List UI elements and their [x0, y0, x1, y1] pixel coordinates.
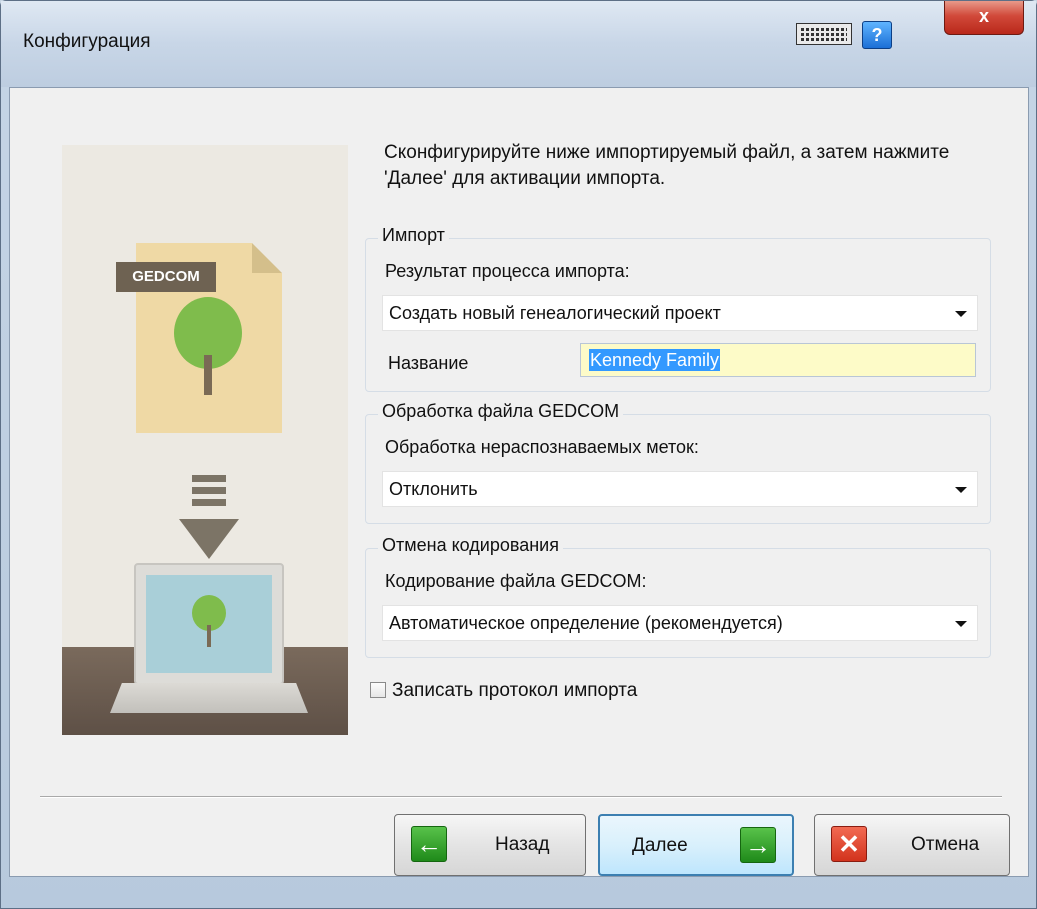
cancel-button-label: Отмена [911, 834, 980, 855]
import-log-option[interactable]: Записать протокол импорта [370, 680, 637, 702]
import-illustration: GEDCOM [62, 145, 348, 735]
window-title: Конфигурация [23, 31, 151, 52]
close-button[interactable]: x [944, 1, 1024, 35]
gedcom-group-title: Обработка файла GEDCOM [378, 401, 624, 422]
keyboard-icon[interactable] [796, 23, 852, 45]
chevron-down-icon [955, 311, 967, 317]
import-group-title: Импорт [378, 225, 449, 246]
import-log-label: Записать протокол импорта [392, 680, 638, 701]
next-button-label: Далее [632, 835, 688, 856]
project-name-value: Kennedy Family [589, 349, 721, 371]
gedcom-processing-group: Обработка файла GEDCOM Обработка нераспо… [365, 401, 991, 524]
chevron-down-icon [955, 487, 967, 493]
chevron-down-icon [955, 621, 967, 627]
project-name-input[interactable]: Kennedy Family [580, 343, 976, 377]
import-result-value: Создать новый генеалогический проект [389, 303, 721, 323]
encoding-group-title: Отмена кодирования [378, 535, 563, 556]
down-arrow-icon [179, 475, 239, 570]
unknown-tags-label: Обработка нераспознаваемых меток: [385, 437, 699, 457]
encoding-select[interactable]: Автоматическое определение (рекомендуетс… [382, 605, 978, 641]
title-bar: Конфигурация ? x [1, 1, 1036, 87]
help-icon[interactable]: ? [862, 21, 892, 49]
import-log-checkbox[interactable] [370, 682, 386, 698]
arrow-left-icon: ← [411, 826, 447, 862]
x-icon: ✕ [831, 826, 867, 862]
intro-text: Сконфигурируйте ниже импортируемый файл,… [384, 142, 950, 189]
name-label: Название [388, 353, 469, 373]
unknown-tags-select[interactable]: Отклонить [382, 471, 978, 507]
import-result-label: Результат процесса импорта: [385, 261, 630, 281]
dialog-body: GEDCOM Сконфигурируйте ниже импортируемы… [9, 87, 1029, 877]
next-button[interactable]: Далее → [598, 814, 794, 876]
configuration-window: Конфигурация ? x GEDCOM Сконфигурируйте … [0, 0, 1037, 909]
back-button-label: Назад [495, 834, 550, 855]
encoding-group: Отмена кодирования Кодирование файла GED… [365, 535, 991, 658]
encoding-label: Кодирование файла GEDCOM: [385, 571, 647, 591]
cancel-button[interactable]: ✕ Отмена [814, 814, 1010, 876]
divider [40, 796, 1002, 798]
back-button[interactable]: ← Назад [394, 814, 586, 876]
gedcom-tag: GEDCOM [116, 262, 216, 292]
import-group: Импорт Результат процесса импорта: Созда… [365, 225, 991, 392]
unknown-tags-value: Отклонить [389, 479, 478, 499]
encoding-value: Автоматическое определение (рекомендуетс… [389, 613, 783, 633]
arrow-right-icon: → [740, 827, 776, 863]
import-result-select[interactable]: Создать новый генеалогический проект [382, 295, 978, 331]
laptop-icon [134, 563, 284, 685]
